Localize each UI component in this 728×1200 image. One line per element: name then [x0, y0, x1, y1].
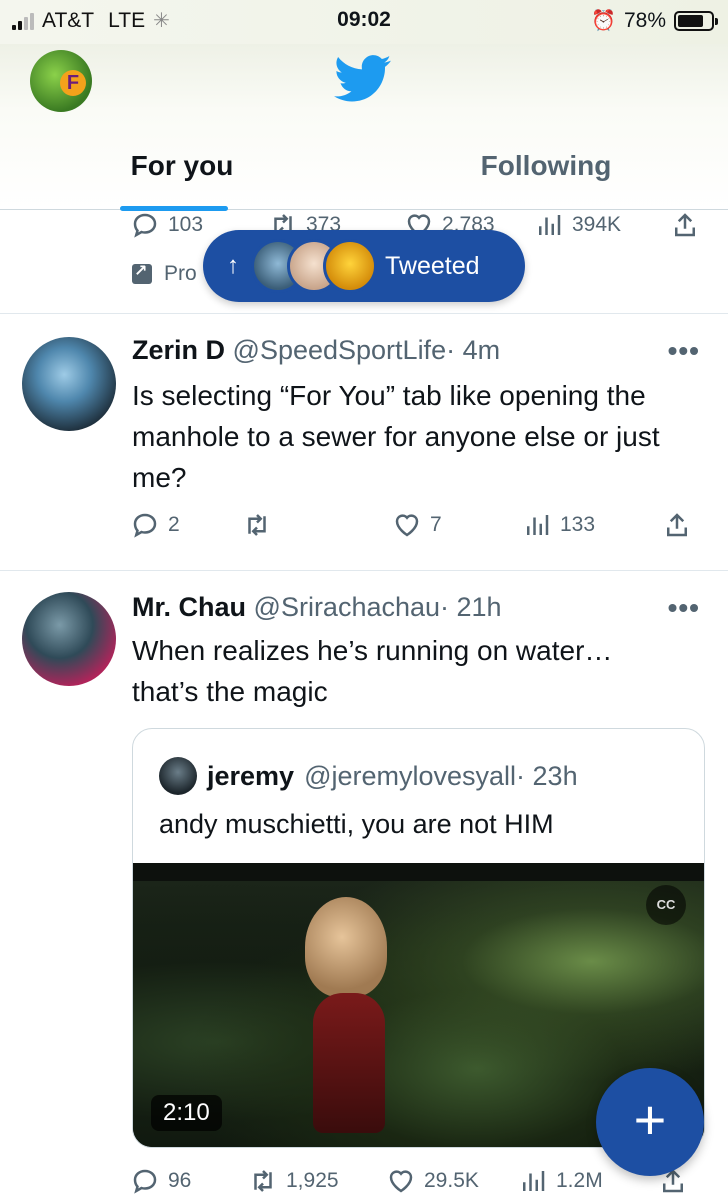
like-count: 29.5K [424, 1169, 479, 1192]
view-count: 133 [560, 513, 596, 536]
retweet-button[interactable] [242, 510, 392, 540]
video-character [305, 897, 387, 997]
share-icon [667, 513, 687, 537]
tab-following[interactable]: Following [364, 140, 728, 210]
user-handle[interactable]: @Srirachachau [254, 592, 441, 622]
view-count: 394K [572, 213, 622, 236]
share-button[interactable] [662, 510, 692, 540]
avatar[interactable] [22, 592, 116, 686]
share-icon [675, 213, 695, 237]
heart-icon [395, 514, 419, 537]
tweet-text: Is selecting “For You” tab like opening … [132, 380, 660, 493]
user-handle[interactable]: @SpeedSportLife [233, 335, 447, 365]
tweeter-avatars [251, 239, 377, 293]
status-bar: AT&T LTE ✳ 09:02 ⏰ 78% [0, 0, 728, 44]
tweet-header: Mr. Chau @Srirachachau· 21h [132, 592, 502, 623]
profile-avatar[interactable]: F [30, 50, 92, 112]
retweet-button[interactable]: 1,925 [248, 1166, 386, 1196]
views-button[interactable]: 394K [534, 210, 670, 240]
tab-label: For you [130, 150, 234, 181]
reply-button[interactable]: 96 [130, 1166, 248, 1196]
tab-for-you[interactable]: For you [0, 140, 364, 211]
avatar[interactable] [159, 757, 197, 795]
promoted-text: Pro [164, 262, 197, 285]
retweet-count: 1,925 [286, 1169, 339, 1192]
heart-icon [389, 1170, 413, 1193]
like-button[interactable]: 29.5K [386, 1166, 518, 1196]
display-name[interactable]: jeremy [207, 761, 294, 792]
battery-percent: 78% [623, 8, 666, 32]
battery-info: ⏰ 78% [591, 8, 718, 33]
tab-label: Following [480, 150, 612, 181]
video-character-body [313, 993, 385, 1133]
app-header: F For you Following [0, 44, 728, 211]
display-name[interactable]: Mr. Chau [132, 592, 246, 622]
more-options-icon[interactable]: ••• [668, 592, 700, 624]
promoted-label: Pro [132, 261, 197, 286]
tweet[interactable]: Zerin D @SpeedSportLife· 4m ••• Is selec… [0, 315, 728, 571]
tweet-text: When realizes he’s running on water… tha… [132, 635, 613, 707]
user-handle[interactable]: @jeremylovesyall [304, 761, 516, 791]
tweet-time: · 4m [446, 335, 501, 365]
reply-icon [133, 213, 157, 238]
avatar[interactable] [22, 337, 116, 431]
avatar [323, 239, 377, 293]
captions-icon[interactable]: CC [646, 885, 686, 925]
reply-button[interactable]: 2 [130, 510, 242, 540]
view-count: 1.2M [556, 1169, 603, 1192]
alarm-icon: ⏰ [591, 10, 616, 32]
tweet-header: Zerin D @SpeedSportLife· 4m [132, 335, 500, 366]
retweet-icon [254, 1170, 272, 1192]
quote-header: jeremy @jeremylovesyall· 23h [159, 757, 578, 795]
like-count: 7 [430, 513, 442, 536]
reply-count: 96 [168, 1169, 192, 1192]
tweet-time: · 21h [440, 592, 502, 622]
views-chart-icon [527, 515, 549, 535]
display-name[interactable]: Zerin D [132, 335, 225, 365]
quote-text: andy muschietti, you are not HIM [159, 809, 554, 839]
reply-icon [133, 513, 157, 538]
new-tweets-pill[interactable]: ↑ Tweeted [203, 230, 525, 302]
twitter-bird-icon[interactable] [334, 54, 392, 104]
arrow-up-icon: ↑ [227, 252, 239, 279]
pill-label: Tweeted [385, 251, 480, 280]
compose-tweet-button[interactable]: + [596, 1068, 704, 1176]
views-button[interactable]: 133 [522, 510, 662, 540]
tweet-actions: 96 1,925 29.5K 1.2M [130, 1166, 700, 1196]
tweet-time: · 23h [516, 760, 578, 791]
views-chart-icon [539, 215, 561, 235]
tweet-actions: 2 7 133 [130, 510, 700, 540]
video-duration: 2:10 [151, 1095, 222, 1131]
timeline-tabs: For you Following [0, 140, 728, 211]
like-button[interactable]: 7 [392, 510, 522, 540]
retweet-icon [248, 514, 266, 536]
more-options-icon[interactable]: ••• [668, 335, 700, 367]
views-chart-icon [523, 1171, 545, 1191]
reply-count: 103 [168, 213, 204, 236]
share-button[interactable] [670, 210, 700, 240]
reply-icon [133, 1169, 157, 1194]
reply-count: 2 [168, 513, 180, 536]
promoted-icon [132, 261, 152, 284]
avatar-letter-icon: F [60, 70, 86, 96]
battery-icon [674, 10, 718, 31]
